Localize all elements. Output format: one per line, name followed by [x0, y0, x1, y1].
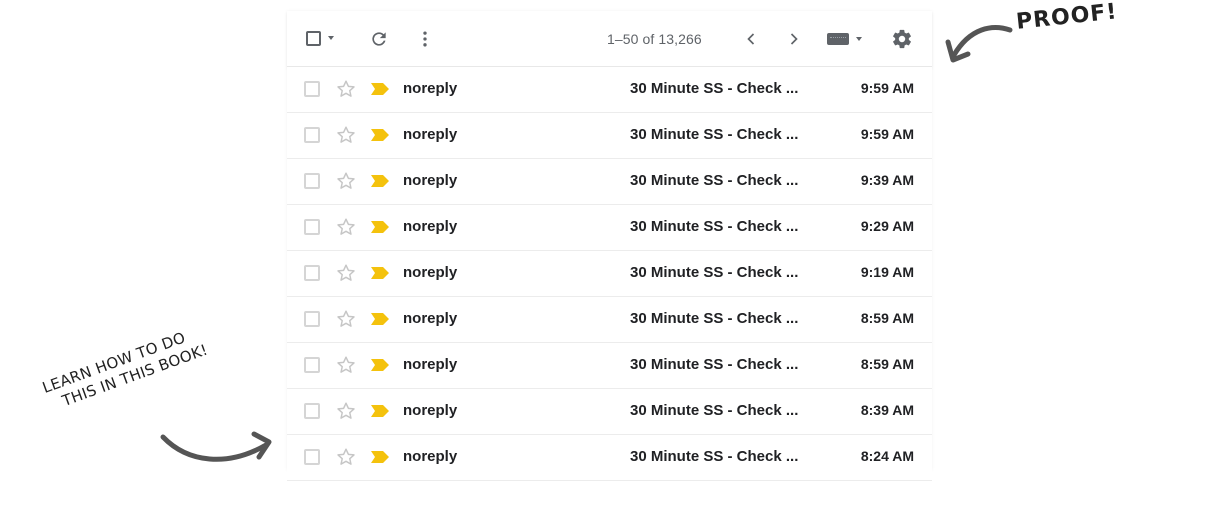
checkbox-icon[interactable]	[306, 30, 321, 46]
email-subject: 30 Minute SS - Check ...	[630, 402, 799, 419]
importance-marker-icon[interactable]	[370, 174, 390, 188]
email-time: 8:39 AM	[860, 402, 914, 418]
email-row[interactable]: noreply 30 Minute SS - Check ... 8:39 AM	[287, 389, 932, 435]
proof-arrow-icon	[945, 25, 1013, 63]
email-sender: noreply	[403, 310, 458, 327]
star-icon[interactable]	[335, 170, 357, 192]
star-icon[interactable]	[335, 308, 357, 330]
importance-marker-icon[interactable]	[370, 312, 390, 326]
pagination-count: 1–50 of 13,266	[607, 31, 702, 47]
importance-marker-icon[interactable]	[370, 266, 390, 280]
row-checkbox[interactable]	[304, 219, 320, 235]
email-sender: noreply	[403, 402, 458, 419]
proof-annotation: PROOF!	[1015, 0, 1119, 35]
refresh-button[interactable]	[367, 27, 391, 51]
email-sender: noreply	[403, 172, 458, 189]
row-checkbox[interactable]	[304, 173, 320, 189]
email-row[interactable]: noreply 30 Minute SS - Check ... 8:59 AM	[287, 297, 932, 343]
email-subject: 30 Minute SS - Check ...	[630, 218, 799, 235]
row-checkbox[interactable]	[304, 449, 320, 465]
star-icon[interactable]	[335, 354, 357, 376]
email-row[interactable]: noreply 30 Minute SS - Check ... 8:59 AM	[287, 343, 932, 389]
settings-button[interactable]	[890, 27, 914, 51]
newer-button[interactable]	[739, 27, 763, 51]
chevron-right-icon	[790, 33, 798, 45]
importance-marker-icon[interactable]	[370, 450, 390, 464]
inbox-toolbar: 1–50 of 13,266	[287, 11, 932, 67]
email-subject: 30 Minute SS - Check ...	[630, 264, 799, 281]
email-time: 9:39 AM	[860, 172, 914, 188]
older-button[interactable]	[782, 27, 806, 51]
dropdown-caret-icon[interactable]	[328, 36, 334, 40]
email-time: 9:59 AM	[860, 126, 914, 142]
email-list: noreply 30 Minute SS - Check ... 9:59 AM no…	[287, 67, 932, 481]
row-checkbox[interactable]	[304, 127, 320, 143]
email-sender: noreply	[403, 356, 458, 373]
inbox-panel: 1–50 of 13,266 noreply 30 Minute SS - Che…	[287, 11, 932, 481]
book-annotation: LEARN HOW TO DO THIS IN THIS BOOK!	[40, 323, 211, 416]
chevron-left-icon	[747, 33, 755, 45]
star-icon[interactable]	[335, 446, 357, 468]
email-time: 8:59 AM	[860, 310, 914, 326]
importance-marker-icon[interactable]	[370, 128, 390, 142]
email-subject: 30 Minute SS - Check ...	[630, 172, 799, 189]
email-time: 9:59 AM	[860, 80, 914, 96]
select-all-dropdown[interactable]	[301, 28, 339, 48]
email-row[interactable]: noreply 30 Minute SS - Check ... 9:29 AM	[287, 205, 932, 251]
email-row[interactable]: noreply 30 Minute SS - Check ... 9:39 AM	[287, 159, 932, 205]
email-sender: noreply	[403, 126, 458, 143]
email-time: 8:24 AM	[860, 448, 914, 464]
email-time: 9:19 AM	[860, 264, 914, 280]
more-vert-icon	[423, 31, 427, 47]
email-subject: 30 Minute SS - Check ...	[630, 126, 799, 143]
email-row[interactable]: noreply 30 Minute SS - Check ... 8:24 AM	[287, 435, 932, 481]
keyboard-icon	[826, 33, 849, 45]
gear-icon	[893, 29, 911, 49]
importance-marker-icon[interactable]	[370, 220, 390, 234]
email-time: 8:59 AM	[860, 356, 914, 372]
star-icon[interactable]	[335, 262, 357, 284]
email-subject: 30 Minute SS - Check ...	[630, 80, 799, 97]
row-checkbox[interactable]	[304, 81, 320, 97]
email-subject: 30 Minute SS - Check ...	[630, 310, 799, 327]
star-icon[interactable]	[335, 400, 357, 422]
more-options-button[interactable]	[413, 27, 437, 51]
email-row[interactable]: noreply 30 Minute SS - Check ... 9:59 AM	[287, 113, 932, 159]
importance-marker-icon[interactable]	[370, 404, 390, 418]
refresh-icon	[372, 32, 386, 46]
star-icon[interactable]	[335, 78, 357, 100]
star-icon[interactable]	[335, 124, 357, 146]
input-tools-button[interactable]	[822, 30, 866, 48]
email-sender: noreply	[403, 218, 458, 235]
email-subject: 30 Minute SS - Check ...	[630, 356, 799, 373]
importance-marker-icon[interactable]	[370, 82, 390, 96]
row-checkbox[interactable]	[304, 403, 320, 419]
row-checkbox[interactable]	[304, 265, 320, 281]
book-arrow-icon	[160, 431, 272, 462]
email-subject: 30 Minute SS - Check ...	[630, 448, 799, 465]
email-row[interactable]: noreply 30 Minute SS - Check ... 9:19 AM	[287, 251, 932, 297]
email-sender: noreply	[403, 264, 458, 281]
email-row[interactable]: noreply 30 Minute SS - Check ... 9:59 AM	[287, 67, 932, 113]
row-checkbox[interactable]	[304, 357, 320, 373]
email-sender: noreply	[403, 80, 458, 97]
email-sender: noreply	[403, 448, 458, 465]
email-time: 9:29 AM	[860, 218, 914, 234]
row-checkbox[interactable]	[304, 311, 320, 327]
star-icon[interactable]	[335, 216, 357, 238]
dropdown-caret-icon	[855, 37, 862, 41]
importance-marker-icon[interactable]	[370, 358, 390, 372]
